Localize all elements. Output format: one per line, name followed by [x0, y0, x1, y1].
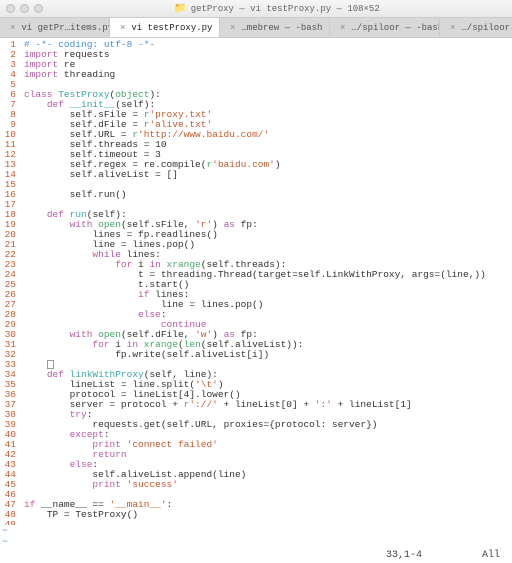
close-icon[interactable]: ×: [340, 23, 345, 33]
window-title: 📁 getProxy — vi testProxy.py — 108×52: [48, 3, 506, 15]
close-icon[interactable]: ×: [10, 23, 15, 33]
tab-label: …mebrew — -bash: [241, 23, 322, 33]
folder-icon: 📁: [174, 3, 186, 15]
code-line[interactable]: [24, 520, 486, 525]
code-line[interactable]: self.aliveList = []: [24, 170, 486, 180]
code-line[interactable]: self.run(): [24, 190, 486, 200]
tab[interactable]: × vi testProxy.py: [110, 18, 220, 37]
traffic-light-zoom-icon[interactable]: [34, 4, 43, 13]
tab[interactable]: × vi getPr…items.py: [0, 18, 110, 37]
tab-label: …/spiloor — -bash: [351, 23, 440, 33]
code-line[interactable]: server = protocol + r'://' + lineList[0]…: [24, 400, 486, 410]
scroll-indicator: All: [482, 550, 500, 561]
close-icon[interactable]: ×: [120, 23, 125, 33]
code-line[interactable]: TP = TestProxy(): [24, 510, 486, 520]
tab[interactable]: × …/spiloor — -bash: [330, 18, 440, 37]
vim-tilde: ~: [0, 525, 512, 536]
window-titlebar: 📁 getProxy — vi testProxy.py — 108×52: [0, 0, 512, 18]
tab-bar: × vi getPr…items.py × vi testProxy.py × …mebr…: [0, 18, 512, 38]
close-icon[interactable]: ×: [230, 23, 235, 33]
code-line[interactable]: print 'success': [24, 480, 486, 490]
code-line[interactable]: fp.write(self.aliveList[i]): [24, 350, 486, 360]
tab-label: vi testProxy.py: [131, 23, 212, 33]
window-title-text: getProxy — vi testProxy.py — 108×52: [191, 4, 380, 14]
editor-area[interactable]: 1234567891011121314151617181920212223242…: [0, 38, 512, 525]
tab-label: vi getPr…items.py: [21, 23, 110, 33]
cursor-position: 33,1-4: [386, 550, 422, 561]
cursor-box: [47, 360, 54, 369]
traffic-light-close-icon[interactable]: [6, 4, 15, 13]
tab[interactable]: × …mebrew — -bash: [220, 18, 330, 37]
status-bar: 33,1-4 All: [0, 547, 512, 563]
tab[interactable]: × …/spiloor — -bash: [440, 18, 512, 37]
tab-label: …/spiloor — -bash: [461, 23, 512, 33]
close-icon[interactable]: ×: [450, 23, 455, 33]
traffic-light-minimize-icon[interactable]: [20, 4, 29, 13]
code-line[interactable]: import requests: [24, 50, 486, 60]
line-number-gutter: 1234567891011121314151617181920212223242…: [0, 38, 20, 525]
vim-tilde: ~: [0, 536, 512, 547]
code-line[interactable]: import threading: [24, 70, 486, 80]
code-content[interactable]: # -*- coding: utf-8 -*-import requestsim…: [20, 38, 486, 525]
